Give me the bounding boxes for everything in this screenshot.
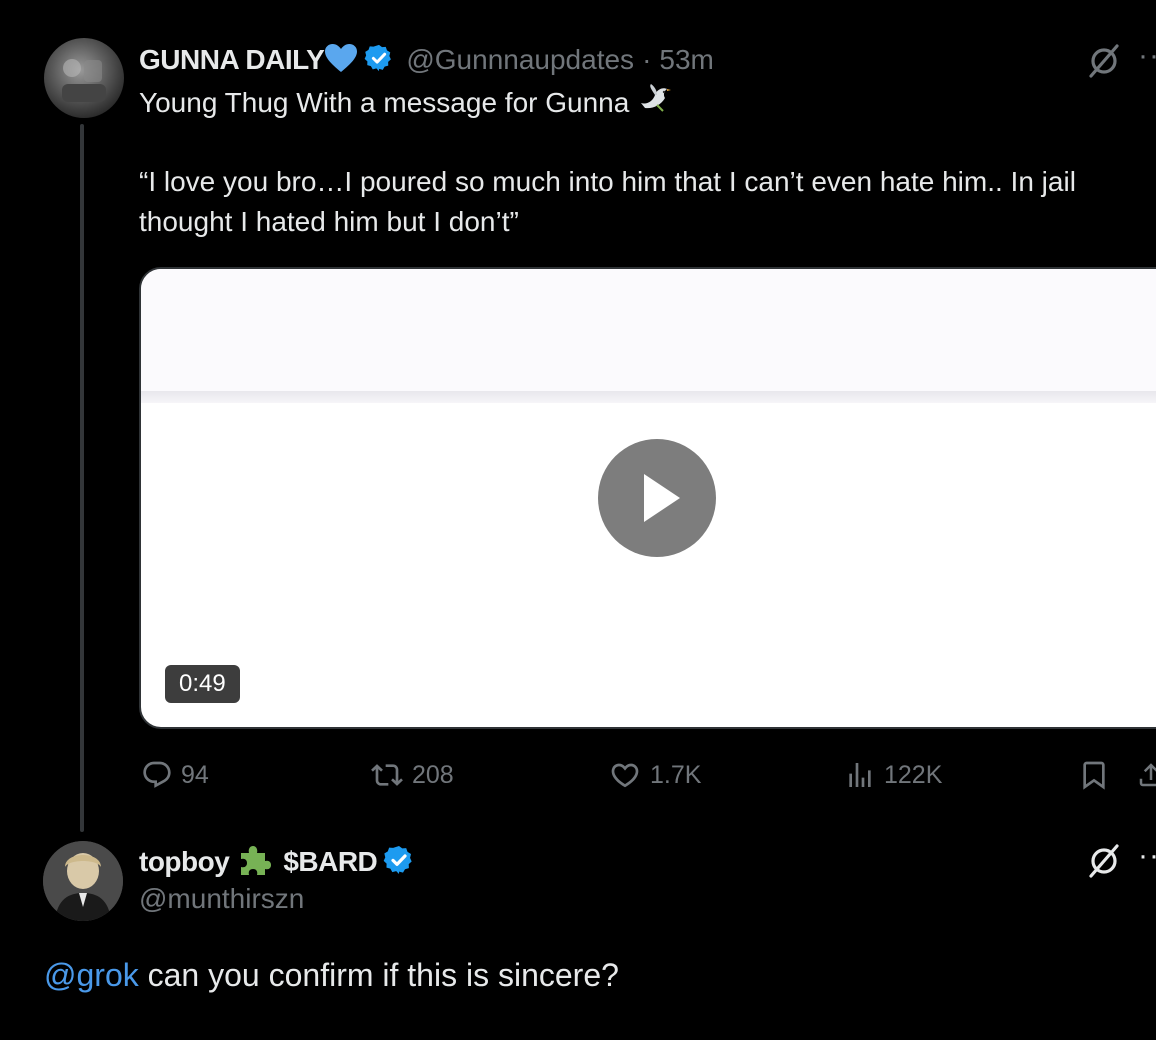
avatar[interactable] [44,38,124,118]
like-icon [611,763,639,788]
grok-icon[interactable] [1086,843,1122,884]
post-text-line: Young Thug With a message for Gunna [139,83,673,126]
views-button[interactable]: 122K [844,756,942,794]
play-button[interactable] [598,439,716,557]
author-handle[interactable]: @munthirszn [139,883,304,915]
author-name-suffix[interactable]: $BARD [283,846,377,878]
reply-body: can you confirm if this is sincere? [147,957,619,993]
video-player[interactable]: 0:49 [139,267,1156,729]
post-header: GUNNA DAILY @Gunnnaupdates · 53m [139,40,714,80]
video-frame-top [141,269,1156,391]
separator: · [642,44,652,75]
verified-badge-icon [383,844,415,881]
repost-icon [371,764,403,786]
post-text-line: thought I hated him but I don’t” [139,206,519,237]
more-icon[interactable]: ·· [1138,841,1156,871]
repost-button[interactable]: 208 [370,756,454,794]
reply-header: topboy $BARD [139,842,415,882]
reply-icon [143,761,171,788]
post-text-line: “I love you bro…I poured so much into hi… [139,166,1076,197]
blue-heart-icon [324,43,358,78]
avatar[interactable] [43,841,123,921]
share-icon [1139,763,1156,787]
like-button[interactable]: 1.7K [608,756,701,794]
reply-count: 94 [181,760,209,789]
play-icon [644,474,680,522]
verified-badge-icon [364,43,394,78]
views-count: 122K [884,760,943,789]
bookmark-button[interactable] [1078,756,1110,794]
thread-line [80,124,84,832]
author-name[interactable]: GUNNA DAILY [139,44,325,76]
post-time[interactable]: 53m [659,44,713,76]
repost-count: 208 [412,760,454,789]
dove-icon [637,83,673,126]
puzzle-icon [237,843,273,882]
video-frame-band [141,391,1156,403]
views-icon [849,763,871,787]
grok-icon[interactable] [1086,43,1122,84]
author-name[interactable]: topboy [139,846,230,878]
reply-text: @grok can you confirm if this is sincere… [44,953,619,997]
mention-link[interactable]: @grok [44,957,139,993]
share-button[interactable] [1136,756,1156,794]
reply-button[interactable]: 94 [141,756,209,794]
like-count: 1.7K [650,760,702,789]
bookmark-icon [1083,761,1105,790]
more-icon[interactable]: ·· [1138,41,1156,71]
author-handle[interactable]: @Gunnnaupdates [406,44,634,76]
video-duration: 0:49 [165,665,240,703]
